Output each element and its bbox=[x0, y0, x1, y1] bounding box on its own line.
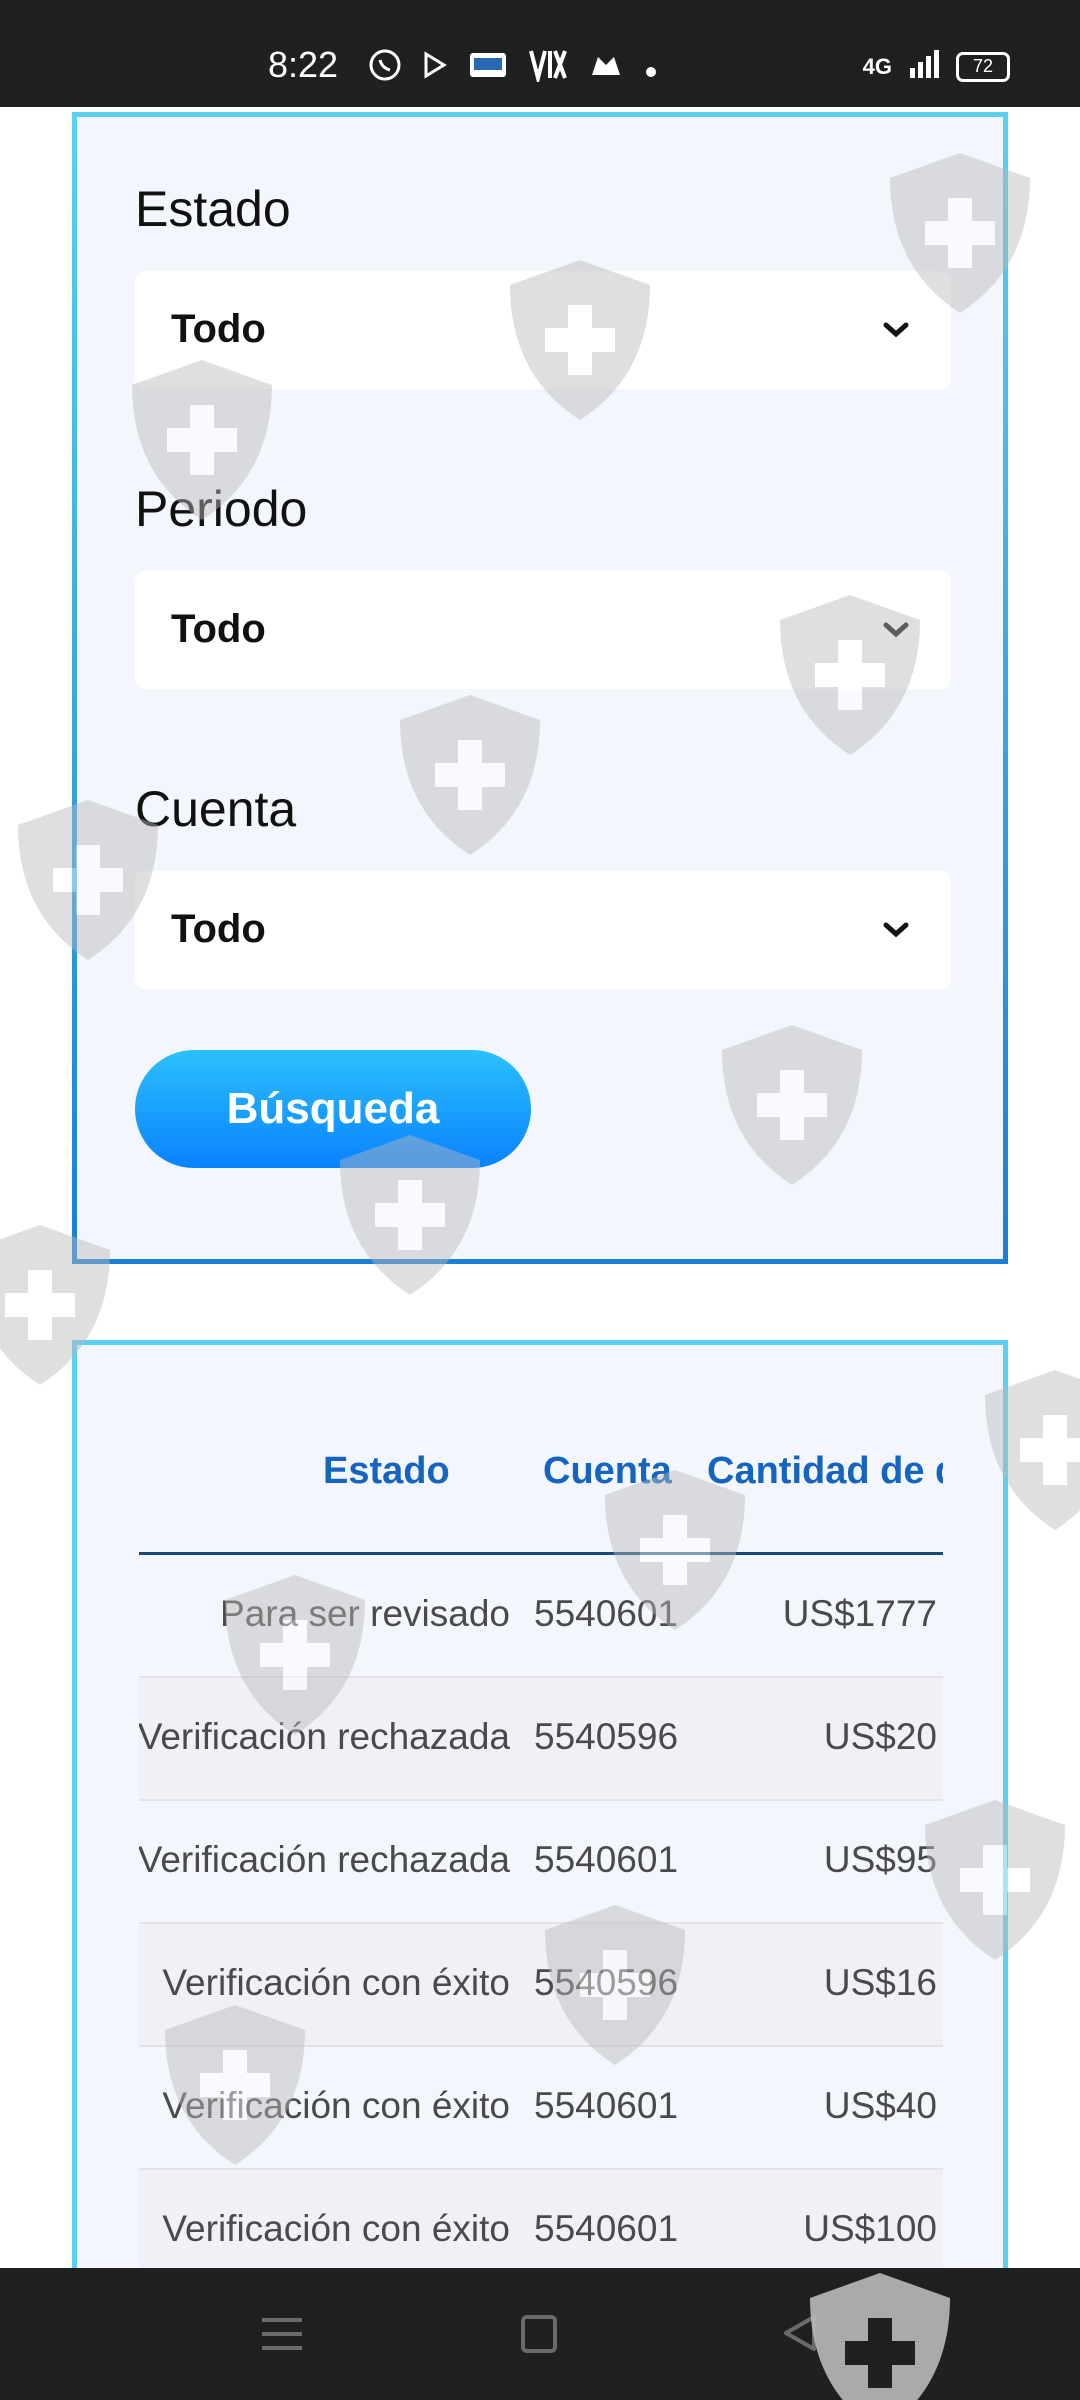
cuenta-label: Cuenta bbox=[135, 781, 297, 837]
estado-select-value: Todo bbox=[171, 307, 266, 351]
cuenta-select[interactable]: Todo bbox=[135, 871, 951, 989]
column-header-cantidad[interactable]: Cantidad de d bbox=[707, 1450, 943, 1493]
row-estado: Verificación con éxito bbox=[162, 2085, 510, 2126]
search-button[interactable]: Búsqueda bbox=[135, 1050, 531, 1168]
chevron-down-icon bbox=[883, 622, 909, 638]
row-cantidad: US$95 bbox=[823, 1839, 937, 1880]
vix-icon bbox=[528, 48, 568, 91]
row-estado: Verificación rechazada bbox=[139, 1839, 510, 1880]
table-row[interactable]: Verificación con éxito 5540596 US$16 bbox=[139, 1924, 943, 2047]
row-cantidad: US$100 bbox=[803, 2208, 937, 2249]
battery-icon: 72 bbox=[956, 51, 1010, 82]
menu-icon[interactable] bbox=[262, 2318, 302, 2352]
sdr-icon bbox=[468, 51, 508, 88]
row-cuenta: 5540601 bbox=[534, 1839, 679, 1880]
row-cantidad: US$20 bbox=[823, 1716, 937, 1757]
dot-icon bbox=[644, 52, 658, 88]
table-row[interactable]: Verificación rechazada 5540601 US$95 bbox=[139, 1801, 943, 1924]
chevron-down-icon bbox=[883, 922, 909, 938]
column-header-estado[interactable]: Estado bbox=[323, 1450, 450, 1493]
cuenta-select-value: Todo bbox=[171, 907, 266, 951]
row-cantidad: US$16 bbox=[823, 1962, 937, 2003]
row-cuenta: 5540596 bbox=[534, 1962, 679, 2003]
row-cantidad: US$40 bbox=[823, 2085, 937, 2126]
row-cantidad: US$1777 bbox=[782, 1593, 937, 1634]
status-bar: 8:22 4G 72 bbox=[0, 0, 1080, 107]
row-cuenta: 5540601 bbox=[534, 1593, 679, 1634]
home-icon[interactable] bbox=[521, 2315, 557, 2353]
row-cuenta: 5540601 bbox=[534, 2208, 679, 2249]
periodo-label: Periodo bbox=[135, 481, 308, 537]
game-icon bbox=[588, 51, 624, 88]
navigation-bar bbox=[0, 2268, 1080, 2400]
periodo-select-value: Todo bbox=[171, 607, 266, 651]
network-label: 4G bbox=[862, 53, 892, 79]
table-row[interactable]: Verificación con éxito 5540601 US$40 bbox=[139, 2047, 943, 2170]
table-row[interactable]: Para ser revisado 5540601 US$1777 bbox=[139, 1555, 943, 1678]
screen: 8:22 4G 72 Estado Todo Periodo Todo Cuen… bbox=[0, 0, 1080, 2400]
signal-icon bbox=[908, 48, 940, 85]
status-right: 4G 72 bbox=[863, 48, 1010, 85]
column-header-cuenta[interactable]: Cuenta bbox=[543, 1450, 672, 1493]
row-estado: Verificación con éxito bbox=[162, 1962, 510, 2003]
table-row[interactable]: Verificación rechazada 5540596 US$20 bbox=[139, 1678, 943, 1801]
whatsapp-icon bbox=[368, 48, 402, 91]
status-time: 8:22 bbox=[268, 44, 339, 85]
row-estado: Para ser revisado bbox=[220, 1593, 510, 1634]
filter-card: Estado Todo Periodo Todo Cuenta Todo Bús… bbox=[72, 112, 1008, 1264]
estado-label: Estado bbox=[135, 181, 291, 237]
row-cuenta: 5540596 bbox=[534, 1716, 679, 1757]
back-icon[interactable] bbox=[780, 2313, 820, 2353]
row-cuenta: 5540601 bbox=[534, 2085, 679, 2126]
play-icon bbox=[422, 50, 448, 89]
results-table[interactable]: Estado Cuenta Cantidad de d Para ser rev… bbox=[139, 1345, 943, 2400]
periodo-select[interactable]: Todo bbox=[135, 571, 951, 689]
chevron-down-icon bbox=[883, 322, 909, 338]
row-estado: Verificación con éxito bbox=[162, 2208, 510, 2249]
notification-icons bbox=[368, 48, 658, 91]
shield-watermark-icon bbox=[810, 2273, 950, 2400]
estado-select[interactable]: Todo bbox=[135, 271, 951, 389]
results-card: Estado Cuenta Cantidad de d Para ser rev… bbox=[72, 1340, 1008, 2400]
row-estado: Verificación rechazada bbox=[139, 1716, 510, 1757]
